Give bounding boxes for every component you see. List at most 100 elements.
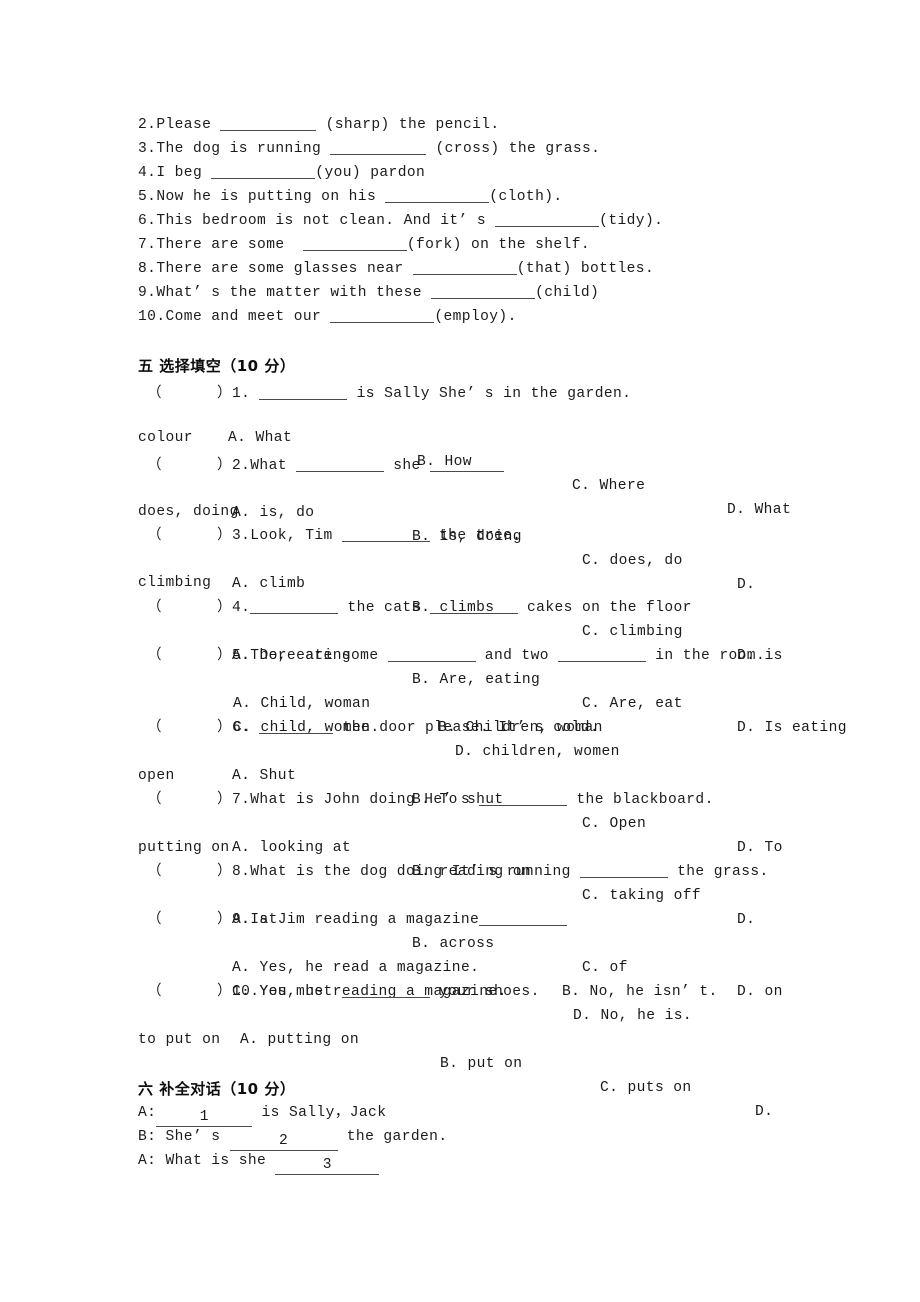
answer-bracket[interactable]: （ ）: [147, 984, 232, 1000]
item-text-post: (sharp) the pencil.: [316, 117, 500, 133]
question-number: 4.: [231, 600, 251, 616]
choice-options-3: A. climb B. climbs C. climbing D. is: [0, 548, 920, 664]
option-b[interactable]: B. No, he isn’ t.: [562, 980, 718, 1004]
answer-blank[interactable]: [495, 212, 600, 227]
item-text-pre: I beg: [156, 165, 212, 181]
answer-blank[interactable]: [341, 527, 430, 542]
item-text-post: (fork) on the shelf.: [406, 237, 591, 253]
option-a[interactable]: A. is, do: [232, 501, 314, 525]
item-text-pre: Now he is putting on his: [156, 189, 386, 205]
choice-overflow-10: to put on: [138, 1032, 221, 1048]
option-a[interactable]: A. What: [228, 426, 292, 450]
item-number: 9.: [138, 285, 157, 301]
option-d[interactable]: D. Is eating: [737, 716, 847, 740]
stem-pre: [250, 386, 259, 402]
fill-item-9: 9.What’ s the matter with these (child): [138, 281, 599, 305]
answer-blank[interactable]: [341, 983, 430, 998]
answer-blank[interactable]: [387, 647, 476, 662]
choice-overflow-2: does, doing: [138, 504, 239, 520]
option-c[interactable]: C. puts on: [600, 1076, 692, 1100]
stem-post: the door please. It’ s cold.: [333, 720, 600, 736]
stem-pre: Is Jim reading a magazine: [250, 912, 480, 928]
answer-bracket[interactable]: （ ）: [147, 528, 232, 544]
answer-bracket[interactable]: （ ）: [147, 792, 232, 808]
option-a[interactable]: A. climb: [232, 572, 305, 596]
answer-bracket[interactable]: （ ）: [147, 912, 232, 928]
stem-post: your shoes.: [429, 984, 540, 1000]
item-text-pre: What’ s the matter with these: [156, 285, 432, 301]
dialogue-blank-3[interactable]: 3: [275, 1156, 380, 1175]
item-number: 8.: [138, 261, 157, 277]
answer-bracket[interactable]: （ ）: [147, 720, 232, 736]
option-a[interactable]: A. Shut: [232, 764, 296, 788]
option-a[interactable]: A. looking at: [232, 836, 351, 860]
option-a[interactable]: A. putting on: [240, 1028, 359, 1052]
speaker-label: B:: [138, 1129, 157, 1145]
choice-overflow-1: colour: [138, 430, 193, 446]
answer-blank[interactable]: [259, 385, 348, 400]
fill-item-7: 7.There are some (fork) on the shelf.: [138, 233, 590, 257]
answer-blank[interactable]: [558, 647, 647, 662]
answer-blank[interactable]: [479, 911, 568, 926]
answer-bracket[interactable]: （ ）: [147, 386, 232, 402]
option-d[interactable]: D.: [737, 573, 755, 597]
item-number: 7.: [138, 237, 157, 253]
choice-options-1: A. What B. How C. Where D. What: [0, 402, 920, 518]
option-d[interactable]: D. To: [737, 836, 783, 860]
stem-pre: What is the dog doing It’ s running: [250, 864, 580, 880]
answer-blank[interactable]: [250, 599, 339, 614]
answer-blank[interactable]: [479, 791, 568, 806]
item-text-pre: Come and meet our: [165, 309, 331, 325]
answer-blank[interactable]: [330, 140, 427, 155]
answer-blank[interactable]: [412, 260, 517, 275]
stem-post: cakes on the floor: [517, 600, 692, 616]
stem-post: the blackboard.: [567, 792, 714, 808]
stem-post: in the room.: [646, 648, 766, 664]
choice-overflow-7: putting on: [138, 840, 230, 856]
fill-item-4: 4.I beg (you) pardon: [138, 161, 425, 185]
choice-question-3: （ ）3.Look, Tim the tree.: [147, 524, 521, 548]
answer-blank[interactable]: [302, 236, 407, 251]
fill-item-6: 6.This bedroom is not clean. And it’ s (…: [138, 209, 663, 233]
answer-blank[interactable]: [211, 164, 316, 179]
stem-pre: You must: [259, 984, 342, 1000]
option-d[interactable]: D. on: [737, 980, 783, 1004]
answer-bracket[interactable]: （ ）: [147, 648, 232, 664]
choice-options-2: A. is, do B. is, doing C. does, do D.: [0, 477, 920, 593]
item-number: 2.: [138, 117, 157, 133]
item-text-pre: This bedroom is not clean. And it’ s: [156, 213, 496, 229]
answer-blank[interactable]: [330, 308, 435, 323]
answer-bracket[interactable]: （ ）: [147, 600, 232, 616]
choice-options-6: A. Shut B. To shut C. Open D. To: [0, 740, 920, 856]
answer-blank[interactable]: [296, 457, 385, 472]
stem-post: the grass.: [667, 864, 769, 880]
answer-blank[interactable]: [429, 457, 504, 472]
choice-question-2: （ ）2.What she: [147, 454, 504, 478]
dialogue-line-2: B: She’ s 2 the garden.: [138, 1125, 448, 1151]
fill-item-8: 8.There are some glasses near (that) bot…: [138, 257, 654, 281]
item-text-pre: The dog is running: [156, 141, 331, 157]
stem-post: the tree.: [429, 528, 522, 544]
question-number: 7.: [231, 792, 251, 808]
option-d[interactable]: D. What: [727, 498, 791, 522]
stem-mid: and two: [475, 648, 559, 664]
choice-question-6: （ ）6. the door please. It’ s cold.: [147, 716, 599, 740]
item-text-post: (child): [535, 285, 600, 301]
answer-blank[interactable]: [579, 863, 668, 878]
choice-question-8: （ ）8.What is the dog doing It’ s running…: [147, 860, 769, 884]
option-b[interactable]: B. put on: [440, 1052, 522, 1076]
answer-blank[interactable]: [429, 599, 518, 614]
option-d[interactable]: D.: [755, 1100, 773, 1124]
option-d[interactable]: D.: [737, 908, 755, 932]
answer-blank[interactable]: [259, 719, 334, 734]
answer-bracket[interactable]: （ ）: [147, 864, 232, 880]
item-text-post: (employ).: [434, 309, 517, 325]
item-number: 6.: [138, 213, 157, 229]
stem-pre: There are some: [250, 648, 388, 664]
answer-blank[interactable]: [220, 116, 317, 131]
answer-blank[interactable]: [385, 188, 490, 203]
answer-blank[interactable]: [431, 284, 536, 299]
dialogue-line-1: A: 1 is Sally，Jack: [138, 1101, 386, 1127]
section-heading-choice: 五 选择填空（10 分）: [138, 357, 296, 375]
answer-bracket[interactable]: （ ）: [147, 458, 232, 474]
